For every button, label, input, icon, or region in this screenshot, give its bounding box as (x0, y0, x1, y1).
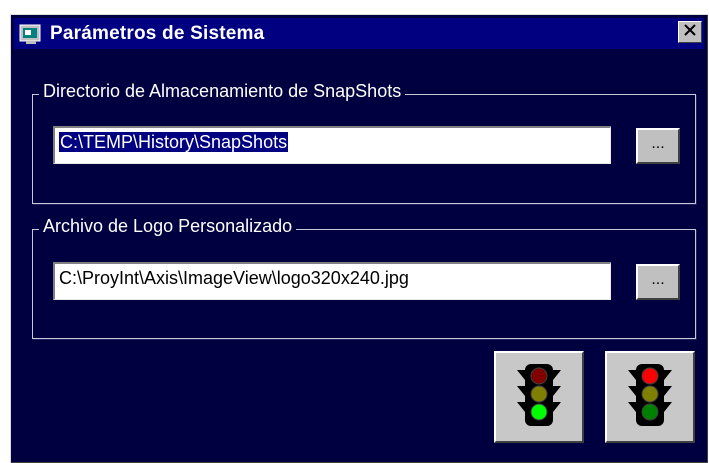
traffic-light-red-icon (622, 362, 678, 433)
system-parameters-dialog: Parámetros de Sistema Directorio de Alma… (10, 14, 708, 463)
browse-logo-button[interactable]: ... (636, 264, 680, 300)
window-title: Parámetros de Sistema (50, 22, 265, 44)
accept-button[interactable] (494, 351, 584, 443)
custom-logo-input[interactable]: C:\ProyInt\Axis\ImageView\logo320x240.jp… (53, 262, 611, 300)
snapshots-directory-value: C:\TEMP\History\SnapShots (59, 132, 289, 152)
custom-logo-label: Archivo de Logo Personalizado (39, 216, 297, 237)
browse-snapshots-button[interactable]: ... (636, 128, 680, 164)
snapshots-directory-label: Directorio de Almacenamiento de SnapShot… (39, 81, 406, 102)
traffic-light-green-icon (511, 362, 567, 433)
snapshots-directory-group: Directorio de Almacenamiento de SnapShot… (32, 81, 696, 204)
cancel-button[interactable] (605, 351, 695, 443)
title-bar[interactable]: Parámetros de Sistema (14, 18, 704, 49)
close-icon (683, 23, 697, 41)
app-icon (18, 22, 44, 46)
custom-logo-group: Archivo de Logo Personalizado C:\ProyInt… (32, 216, 696, 339)
close-button[interactable] (678, 21, 702, 43)
snapshots-directory-input[interactable]: C:\TEMP\History\SnapShots (53, 126, 611, 164)
